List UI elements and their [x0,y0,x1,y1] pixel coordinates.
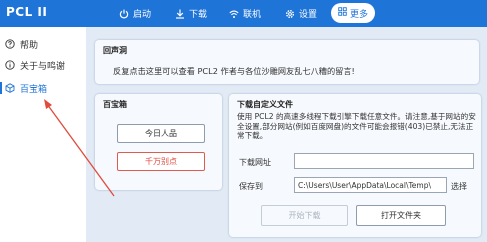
save-path-input[interactable]: C:\Users\User\AppData\Local\Temp\ [294,177,447,193]
custom-download-card: 下载自定义文件 使用 PCL2 的高速多线程下载引擎下载任意文件。请注意,基于网… [229,94,481,237]
echo-card-text: 反复点击这里可以查看 PCL2 作者与各位沙雕网友乱七八糟的留言! [113,66,355,76]
start-download-button[interactable]: 开始下载 [261,205,348,226]
active-indicator [0,82,2,94]
custom-download-description: 使用 PCL2 的高速多线程下载引擎下载任意文件。请注意,基于网站的安全设置,部… [237,112,476,140]
main-content: 回声洞 反复点击这里可以查看 PCL2 作者与各位沙雕网友乱七八糟的留言! 百宝… [86,27,487,242]
nav-launch-label: 启动 [133,10,152,20]
app-title: PCL II [6,5,48,19]
nav-download-label: 下载 [189,10,208,20]
nav-launch[interactable]: 启动 [119,0,151,27]
wifi-icon [229,9,239,19]
nav-more-label: 更多 [349,9,368,20]
sidebar: 帮助 关于与鸣谢 百宝箱 [0,27,86,242]
nav-multiplayer[interactable]: 联机 [229,0,261,27]
title-bar: PCL II 启动 下载 联机 设置 更多 [0,0,487,27]
sidebar-item-about[interactable]: 关于与鸣谢 [0,55,86,75]
custom-download-title: 下载自定义文件 [237,100,293,109]
today-luck-button[interactable]: 今日人品 [117,124,205,143]
nav-download[interactable]: 下载 [175,0,207,27]
echo-card-title: 回声洞 [103,46,127,55]
info-icon [5,60,15,70]
gear-icon [285,9,295,19]
nav-multiplayer-label: 联机 [243,10,262,20]
power-icon [119,9,129,19]
nav-more[interactable]: 更多 [331,3,375,23]
echo-card[interactable]: 回声洞 反复点击这里可以查看 PCL2 作者与各位沙雕网友乱七八糟的留言! [95,40,479,84]
nav-settings[interactable]: 设置 [285,0,317,27]
nav-settings-label: 设置 [299,10,318,20]
toolbox-card: 百宝箱 今日人品 千万别点 [95,94,222,190]
help-icon [5,39,15,49]
sidebar-item-toolbox-label: 百宝箱 [20,84,48,95]
open-folder-button[interactable]: 打开文件夹 [356,205,446,226]
sidebar-item-about-label: 关于与鸣谢 [20,61,66,72]
dont-click-button[interactable]: 千万别点 [117,152,205,171]
sidebar-item-toolbox[interactable]: 百宝箱 [0,78,86,98]
toolbox-card-title: 百宝箱 [103,100,127,109]
choose-folder-link[interactable]: 选择 [451,181,467,192]
cube-icon [5,83,15,93]
download-icon [175,9,185,19]
grid-icon [338,7,347,19]
sidebar-item-help[interactable]: 帮助 [0,34,86,54]
url-input[interactable] [294,153,474,169]
sidebar-item-help-label: 帮助 [20,40,39,51]
save-path-label: 保存到 [239,182,263,191]
url-label: 下载网址 [239,158,271,167]
